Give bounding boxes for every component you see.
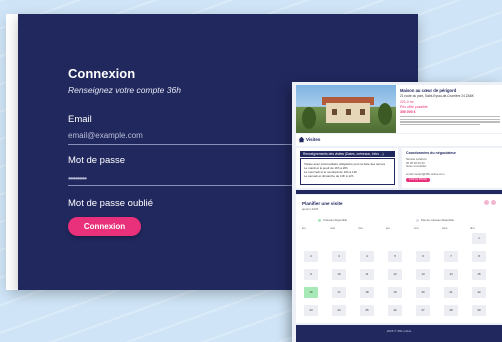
visits-label: Visites	[306, 137, 321, 142]
home-icon	[298, 136, 305, 143]
calendar-day[interactable]: 11	[360, 269, 374, 280]
calendar-day[interactable]: 5	[388, 251, 402, 262]
calendar-day[interactable]: 13	[416, 269, 430, 280]
negotiator-panel: Coordonnées du négociateur Nicolas Lefeb…	[402, 148, 502, 188]
legend-unavailable-label: Pas de créneau disponible	[421, 218, 454, 222]
forgot-password-link[interactable]: Mot de passe oublié	[68, 198, 153, 209]
calendar-day[interactable]: 10	[332, 269, 346, 280]
legend-dot-icon	[318, 218, 321, 222]
calendar-day[interactable]: 14	[444, 269, 458, 280]
calendar-day[interactable]: 18	[360, 287, 374, 298]
text-line	[400, 121, 500, 123]
calendar-day[interactable]: 3	[332, 251, 346, 262]
calendar-day[interactable]: 4	[360, 251, 374, 262]
calendar-day[interactable]: 19	[388, 287, 402, 298]
weekday-header: mer.	[358, 226, 364, 230]
tree-shape	[378, 103, 392, 125]
password-underline	[68, 185, 308, 186]
calendar-day[interactable]: 17	[332, 287, 346, 298]
legend-dot-icon	[416, 218, 419, 222]
calendar-day[interactable]: 20	[416, 287, 430, 298]
text-line	[400, 118, 500, 120]
login-title: Connexion	[68, 66, 136, 81]
calendar-title: Planifier une visite	[302, 201, 343, 206]
legend-available: Créneau disponible	[318, 218, 347, 222]
listing-header: Maison au cœur de périgord 21 route du p…	[296, 85, 502, 133]
calendar-day[interactable]: 2	[304, 251, 318, 262]
email-underline	[68, 144, 308, 145]
email-label: Email	[68, 114, 92, 125]
weekday-header: mar.	[330, 226, 336, 230]
weekday-header: lun.	[302, 226, 307, 230]
listing-description	[400, 116, 500, 130]
calendar-day[interactable]: 7	[444, 251, 458, 262]
listing-price: 350 000 €	[400, 110, 416, 114]
login-subtitle: Renseignez votre compte 36h	[68, 85, 181, 95]
listing-price-label: Prix offre possible	[400, 105, 428, 109]
app-footer: 2025 © 36h-online	[296, 325, 502, 342]
window-shape	[332, 109, 337, 115]
listing-size: 221.4 m²	[400, 100, 414, 104]
negotiator-line: Notre Immobilier	[406, 164, 427, 168]
calendar-day[interactable]: 8	[472, 251, 486, 262]
weekday-header: sam.	[442, 226, 449, 230]
password-label: Mot de passe	[68, 155, 126, 166]
listing-title: Maison au cœur de périgord	[400, 88, 457, 93]
negotiator-title: Coordonnées du négociateur	[406, 151, 456, 155]
visit-info-header: Renseignements des visites (Dates, créne…	[300, 151, 395, 157]
window-shape	[360, 109, 365, 115]
visits-section-header: Visites	[296, 134, 502, 146]
calendar-day[interactable]: 15	[472, 269, 486, 280]
listing-address: 21 route du pont, Saint-Eyrau-de-Crumièr…	[400, 94, 474, 98]
weekday-header: dim.	[470, 226, 476, 230]
calendar-day[interactable]: 22	[472, 287, 486, 298]
calendar-day[interactable]: 24	[332, 305, 346, 316]
calendar-day[interactable]: 25	[360, 305, 374, 316]
text-line	[400, 116, 500, 118]
negotiator-email: email.contact@36h-online.com	[406, 172, 445, 176]
calendar-day[interactable]: 28	[444, 305, 458, 316]
text-line	[400, 124, 480, 126]
view-profile-button[interactable]: VOIR LE PROFIL	[406, 178, 430, 182]
calendar-day[interactable]: 29	[472, 305, 486, 316]
visit-calendar: Planifier une visite janvier 2025 Crénea…	[296, 195, 502, 323]
connexion-button[interactable]: Connexion	[68, 217, 141, 236]
app-screenshot: Maison au cœur de périgord 21 route du p…	[292, 82, 502, 342]
password-field[interactable]: ••••••••••	[68, 174, 87, 183]
calendar-day[interactable]: 26	[388, 305, 402, 316]
visit-info-panel: Renseignements des visites (Dates, créne…	[296, 148, 398, 188]
calendar-day[interactable]: 9	[304, 269, 318, 280]
weekday-header: jeu.	[386, 226, 391, 230]
visit-info-line: Le samedi et dimanche de 10h à 12h	[304, 174, 354, 178]
calendar-day[interactable]: 16	[304, 287, 318, 298]
section-divider	[296, 190, 502, 194]
tree-shape	[302, 107, 316, 129]
calendar-day[interactable]: 12	[388, 269, 402, 280]
calendar-day[interactable]: 6	[416, 251, 430, 262]
house-photo	[296, 85, 396, 133]
next-month-button[interactable]	[491, 200, 496, 205]
calendar-day[interactable]: 21	[444, 287, 458, 298]
visit-info-box: Visites avec intermédiaire obligatoire p…	[300, 158, 395, 185]
legend-unavailable: Pas de créneau disponible	[416, 218, 454, 222]
email-field[interactable]: email@example.com	[68, 131, 143, 140]
calendar-day[interactable]: 27	[416, 305, 430, 316]
calendar-month: janvier 2025	[302, 207, 319, 211]
weekday-header: ven.	[414, 226, 420, 230]
window-shape	[346, 109, 351, 115]
legend-available-label: Créneau disponible	[323, 218, 348, 222]
calendar-day[interactable]: 23	[304, 305, 318, 316]
prev-month-button[interactable]	[484, 200, 489, 205]
calendar-day[interactable]: 1	[472, 233, 486, 244]
